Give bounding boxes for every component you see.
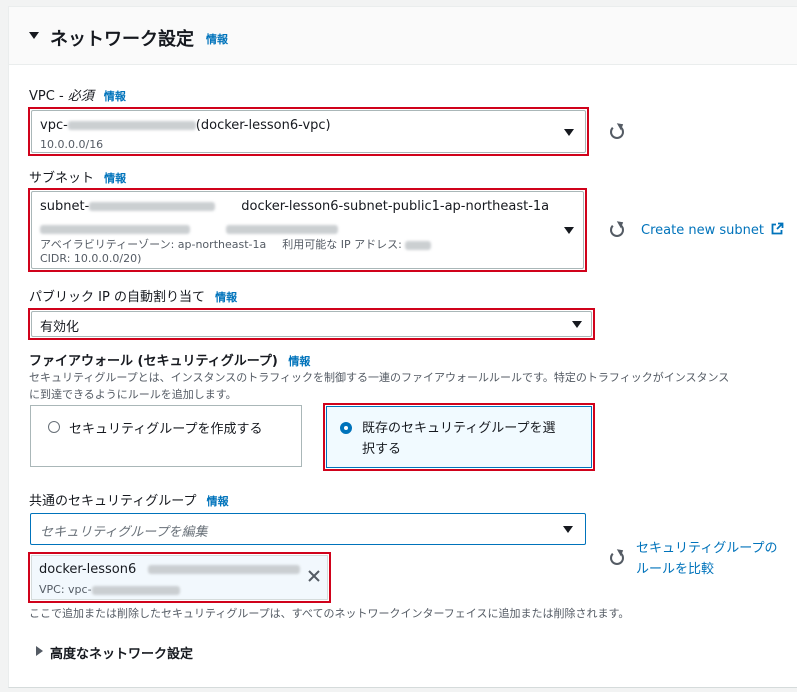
subnet-az: アベイラビリティーゾーン: ap-northeast-1a xyxy=(40,238,267,251)
vpc-select[interactable]: vpc- (docker-lesson6-vpc) 10.0.0.0/16 xyxy=(31,110,586,153)
firewall-info-link[interactable]: 情報 xyxy=(288,355,310,368)
common-sg-info-link[interactable]: 情報 xyxy=(207,495,229,508)
public-ip-select[interactable]: 有効化 xyxy=(31,311,592,337)
firewall-desc-line1: セキュリティグループとは、インスタンスのトラフィックを制御する一連のファイアウォ… xyxy=(29,371,730,384)
common-sg-placeholder: セキュリティグループを編集 xyxy=(40,525,208,540)
caret-right-icon xyxy=(36,646,43,656)
subnet-name: docker-lesson6-subnet-public1-ap-northea… xyxy=(241,199,550,214)
create-new-subnet-link[interactable]: Create new subnet xyxy=(641,222,784,238)
vpc-cidr: 10.0.0.0/16 xyxy=(40,138,104,151)
subnet-id-redacted xyxy=(89,202,216,211)
subnet-ip-redacted xyxy=(405,240,432,250)
subnet-redacted-line xyxy=(40,222,338,237)
subnet-meta: アベイラビリティーゾーン: ap-northeast-1a 利用可能な IP アド… xyxy=(40,236,432,252)
compare-sg-rules-link[interactable]: セキュリティグループの ルールを比較 xyxy=(636,538,777,580)
firewall-label-text: ファイアウォール (セキュリティグループ) xyxy=(29,354,278,369)
firewall-desc-line2: に到達できるようにルールを追加します。 xyxy=(29,388,237,401)
advanced-network-toggle[interactable]: 高度なネットワーク設定 xyxy=(29,643,249,662)
vpc-required: 必須 xyxy=(67,89,94,104)
compare-line2: ルールを比較 xyxy=(636,562,715,577)
vpc-refresh-icon[interactable] xyxy=(610,125,624,139)
external-link-icon xyxy=(771,222,784,235)
option-existing-sg[interactable]: 既存のセキュリティグループを選 択する xyxy=(326,406,592,468)
common-sg-note: ここで追加または削除したセキュリティグループは、すべてのネットワークインターフェ… xyxy=(29,607,630,620)
sg-token-name: docker-lesson6 xyxy=(39,562,137,577)
public-ip-caret-down-icon xyxy=(572,321,582,328)
vpc-label-text: VPC - xyxy=(29,89,68,104)
section-info-link[interactable]: 情報 xyxy=(206,31,228,47)
vpc-id-redacted xyxy=(67,121,196,130)
subnet-ip-count: 利用可能な IP アドレス: xyxy=(282,238,402,251)
public-ip-label: パブリック IP の自動割り当て 情報 xyxy=(29,286,237,305)
sg-token-title: docker-lesson6 xyxy=(39,562,301,577)
compare-line1: セキュリティグループの xyxy=(636,541,778,556)
network-settings-panel: ネットワーク設定 情報 VPC - 必須 情報 vpc- (docker-less… xyxy=(8,6,797,688)
public-ip-info-link[interactable]: 情報 xyxy=(215,291,237,304)
vpc-caret-down-icon xyxy=(564,129,574,136)
option-existing-sg-label: 既存のセキュリティグループを選 択する xyxy=(362,418,555,460)
advanced-network-label: 高度なネットワーク設定 xyxy=(50,647,194,662)
subnet-label-text: サブネット xyxy=(29,171,95,186)
section-header[interactable]: ネットワーク設定 情報 xyxy=(9,7,797,65)
option-create-sg[interactable]: セキュリティグループを作成する xyxy=(30,405,302,467)
sg-token-vpc: VPC: vpc- xyxy=(39,583,180,596)
vpc-info-link[interactable]: 情報 xyxy=(104,90,126,103)
subnet-caret-down-icon xyxy=(564,227,574,234)
vpc-id-prefix: vpc- xyxy=(40,118,68,133)
subnet-value: subnet-docker-lesson6-subnet-public1-ap-… xyxy=(40,199,549,214)
vpc-label: VPC - 必須 情報 xyxy=(29,85,126,104)
common-sg-select[interactable]: セキュリティグループを編集 xyxy=(30,513,586,545)
close-icon[interactable] xyxy=(307,569,321,583)
firewall-label: ファイアウォール (セキュリティグループ) 情報 xyxy=(29,350,310,369)
firewall-description: セキュリティグループとは、インスタンスのトラフィックを制御する一連のファイアウォ… xyxy=(29,369,729,402)
sg-token-vpc-prefix: VPC: vpc- xyxy=(39,583,92,596)
option-existing-line2: 択する xyxy=(362,442,402,457)
common-sg-caret-down-icon xyxy=(563,526,573,533)
common-sg-refresh-icon[interactable] xyxy=(610,551,624,565)
subnet-info-link[interactable]: 情報 xyxy=(104,172,126,185)
subnet-cidr: CIDR: 10.0.0.0/20) xyxy=(40,252,142,265)
public-ip-label-text: パブリック IP の自動割り当て xyxy=(29,290,205,305)
vpc-value: vpc- (docker-lesson6-vpc) xyxy=(40,118,331,133)
subnet-id-prefix: subnet- xyxy=(40,199,90,214)
section-title: ネットワーク設定 xyxy=(50,29,194,50)
radio-existing-sg[interactable] xyxy=(340,422,352,434)
sg-token-vpc-redacted xyxy=(91,585,180,595)
common-sg-label: 共通のセキュリティグループ 情報 xyxy=(29,490,229,509)
subnet-label: サブネット 情報 xyxy=(29,167,126,186)
subnet-refresh-icon[interactable] xyxy=(610,223,624,237)
subnet-select[interactable]: subnet-docker-lesson6-subnet-public1-ap-… xyxy=(31,191,584,269)
sg-token-id-redacted xyxy=(148,565,301,574)
vpc-name: (docker-lesson6-vpc) xyxy=(195,118,331,133)
common-sg-label-text: 共通のセキュリティグループ xyxy=(29,494,197,509)
radio-create-sg[interactable] xyxy=(48,421,60,433)
public-ip-value: 有効化 xyxy=(40,320,80,335)
caret-down-icon[interactable] xyxy=(29,32,39,39)
sg-token: docker-lesson6 VPC: vpc- xyxy=(31,555,328,600)
option-create-sg-label: セキュリティグループを作成する xyxy=(69,422,263,437)
option-existing-line1: 既存のセキュリティグループを選 xyxy=(362,421,556,436)
create-new-subnet-text: Create new subnet xyxy=(641,223,764,238)
